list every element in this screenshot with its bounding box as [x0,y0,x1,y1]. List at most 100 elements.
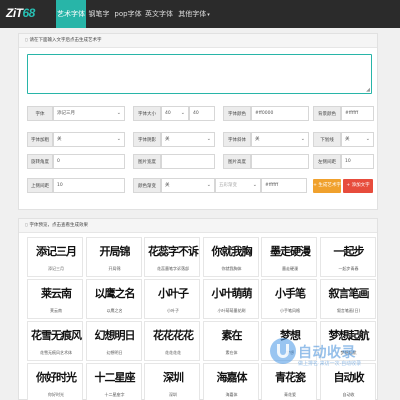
size-value-2: 40 [193,111,199,116]
left-space-value: 10 [345,159,351,164]
italic-select[interactable]: 关 ⌄ [251,132,309,147]
select-arrow-icon: ⌄ [116,110,121,116]
gradient-hex-input[interactable]: #ffffff [261,178,307,193]
resize-grip-icon[interactable]: ◢ [366,87,370,93]
left-space-input[interactable]: 10 [341,154,374,169]
font-name-caption: 以鹰之名 [106,308,123,313]
font-name-caption: 小叶萌萌墨花刷 [217,308,246,313]
size-input[interactable]: 40 [189,106,215,121]
nav-item-other[interactable]: 其他字体▾ [176,0,212,28]
font-card[interactable]: 一起步 一起步青春 [319,237,376,277]
size-select[interactable]: 40 ⌄ [161,106,189,121]
nav-item-english[interactable]: 英文字体 [144,0,174,28]
panel-header-text: 请在下面输入文字后点击生成艺术字 [29,38,102,43]
panel-header: ▯ 请在下面输入文字后点击生成艺术字 [19,34,377,48]
img-height-input[interactable] [251,154,309,169]
font-card[interactable]: 莱云南 莱云南 [27,279,83,319]
font-card[interactable]: 花雪无痕风花雪无痕风艺术体 [27,321,83,361]
font-card[interactable]: 十二星座 十二星座字 [85,363,142,400]
nav-item-pen[interactable]: 钢笔字 [86,0,112,28]
img-width-label: 图片宽度 [133,154,161,169]
font-card[interactable]: 海嘉体 海嘉体 [202,363,259,400]
logo-accent: 68 [22,6,36,20]
italic-label: 字体斜体 [223,132,251,147]
shadow-select[interactable]: 关 ⌄ [161,132,215,147]
font-sample-art: 花花花花 [153,329,194,342]
bold-label: 字体加粗 [27,132,53,147]
font-card[interactable]: 幻想明日 幻想明日 [85,321,142,361]
font-card[interactable]: 开局锦 开局锦 [85,237,142,277]
select-arrow-icon: ⌄ [300,136,305,142]
font-card[interactable]: 你就我胸 你就我胸体 [202,237,259,277]
font-sample-art: 小叶萌萌 [211,287,253,300]
top-space-input[interactable]: 10 [53,178,125,193]
font-card[interactable]: 以鹰之名 以鹰之名 [85,279,142,319]
img-width-input[interactable] [161,154,215,169]
nav-item-pop[interactable]: pop字体 [112,0,144,28]
font-select[interactable]: 添记三月 ⌄ [53,106,125,121]
gradient-color-select[interactable]: 五彩渐变 ⌄ [215,178,261,193]
gradient-select[interactable]: 关 ⌄ [161,178,215,193]
nav-label: pop字体 [114,10,142,18]
font-sample-art: 海嘉体 [216,371,248,384]
color-label: 字体颜色 [223,106,251,121]
text-input-area[interactable]: ◢ [27,54,372,94]
font-card[interactable]: 深圳 深圳 [144,363,200,400]
bg-value: #ffffff [345,111,359,116]
select-arrow-icon: ⌄ [116,136,121,142]
gradient-label: 颜色渐变 [133,178,161,193]
font-name-caption: 海嘉体 [225,392,238,397]
top-navbar: ZiT68 艺术字体 钢笔字 pop字体 英文字体 其他字体▾ [0,0,400,28]
font-name-caption: 花蕊墨笔字诉落部 [157,266,189,271]
font-sample-art: 幻想明日 [94,329,136,342]
bg-input[interactable]: #ffffff [341,106,374,121]
font-card[interactable]: 你好时光 你好时光 [27,363,83,400]
watermark-subtext: 做上排名·来访一次·自动收录 [298,361,362,367]
input-panel: ▯ 请在下面输入文字后点击生成艺术字 ◢ 字体 添记三月 ⌄ 字体大小 40 ⌄ 40… [18,33,378,210]
img-height-label: 图片高度 [223,154,251,169]
font-sample-art: 叙言笔画 [328,287,370,300]
font-sample-art: 花雪无痕风 [31,329,82,342]
add-text-button[interactable]: + 添加文字 [343,179,373,193]
font-name-caption: 你好时光 [48,392,64,397]
underline-label: 下划线 [313,132,341,147]
shadow-label: 字体阴影 [133,132,161,147]
font-sample-art: 深圳 [163,371,184,384]
panel-header-text: 字体预览，点击查看生成效果 [29,223,88,228]
font-card[interactable]: 小手笔 小手笔风格 [261,279,317,319]
font-name-caption: 墨走硬漫 [282,266,298,271]
font-sample-art: 添记三月 [36,245,77,258]
img-width-value [162,159,165,164]
font-name-caption: 莱云南 [50,308,62,313]
underline-select[interactable]: 关 ⌄ [341,132,374,147]
font-card[interactable]: 小叶萌萌小叶萌萌墨花刷 [202,279,259,319]
font-name-caption: 开局锦 [108,266,121,271]
italic-value: 关 [255,137,260,142]
font-card[interactable]: 花蕊字不诉 花蕊墨笔字诉落部 [144,237,200,277]
font-sample-art: 以鹰之名 [94,287,136,300]
generate-button[interactable]: + 生成艺术字 [313,179,341,193]
font-name-caption: 一起步青春 [338,266,359,271]
color-input[interactable]: #ff0000 [251,106,309,121]
top-space-value: 10 [57,183,63,188]
bold-select[interactable]: 关 ⌄ [53,132,125,147]
font-name-caption: 叙言笔画(日) [336,308,361,313]
site-logo[interactable]: ZiT68 [6,6,35,22]
font-card[interactable]: 素在 素在体 [202,321,259,361]
font-card[interactable]: 小叶子 小叶子 [144,279,200,319]
font-card[interactable]: 添记三月 添记三月 [27,237,83,277]
color-value: #ff0000 [255,111,274,116]
select-arrow-icon: ⌄ [206,182,211,188]
font-card[interactable]: 墨走硬漫 墨走硬漫 [261,237,317,277]
angle-value: 0 [57,159,60,164]
font-card[interactable]: 花花花花 花花花花 [144,321,200,361]
font-card[interactable]: 叙言笔画叙言笔画(日) [319,279,376,319]
font-name-caption: 花雪无痕风艺术体 [40,350,72,355]
nav-item-art-font[interactable]: 艺术字体 [56,0,86,28]
angle-label: 旋转角度 [27,154,53,169]
font-sample-art: 你好时光 [36,371,77,384]
bold-value: 关 [57,137,62,142]
angle-input[interactable]: 0 [53,154,125,169]
font-name-caption: 十二星座字 [104,392,125,397]
watermark-text: 自动收录 [298,345,356,361]
